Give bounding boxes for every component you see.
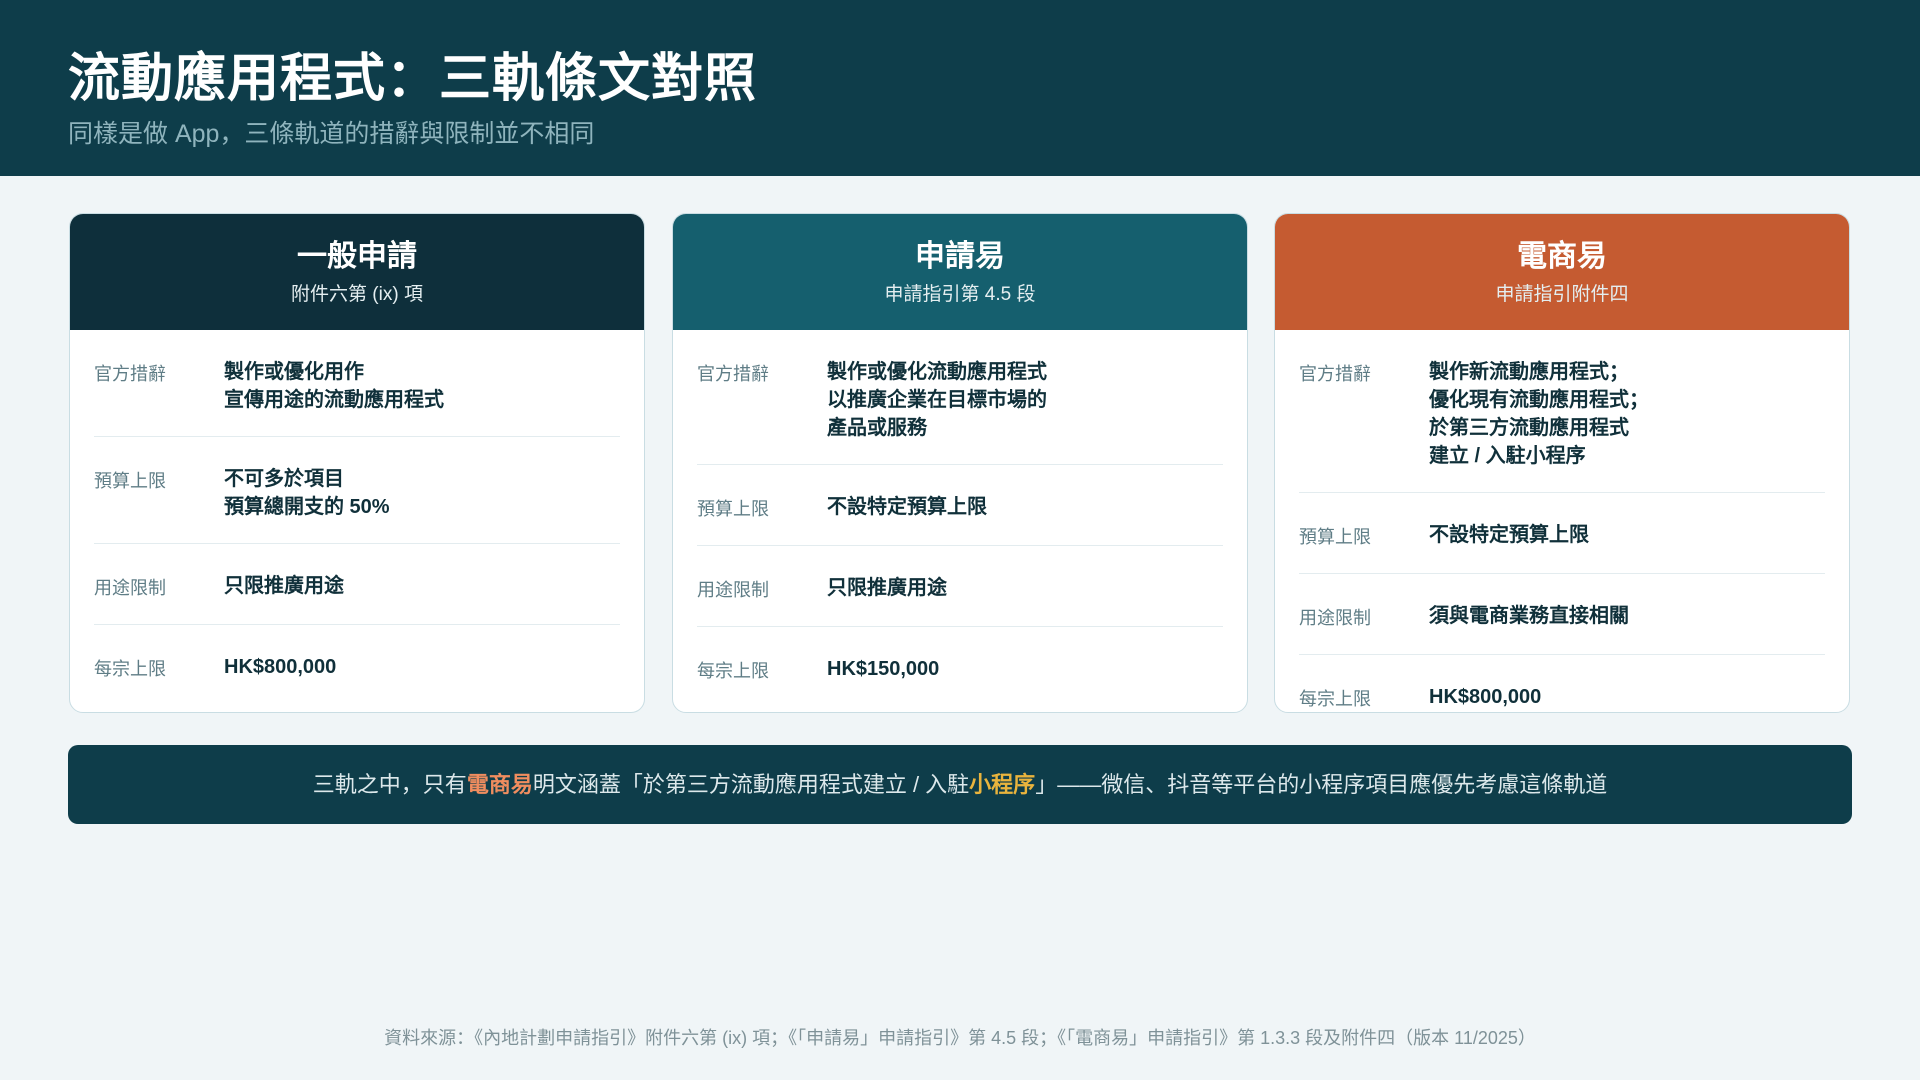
card-title: 一般申請	[297, 240, 417, 273]
row-value: 不設特定預算上限	[827, 496, 987, 518]
row-usage-restriction: 用途限制 只限推廣用途	[697, 546, 1223, 627]
page-subtitle: 同樣是做 App，三條軌道的措辭與限制並不相同	[68, 120, 595, 148]
page-title: 流動應用程式：三軌條文對照	[68, 50, 758, 108]
card-reference: 附件六第 (ix) 項	[291, 284, 423, 305]
row-label: 官方措辭	[697, 364, 769, 384]
row-value: 不可多於項目 預算總開支的 50%	[224, 468, 390, 518]
card-body: 官方措辭 製作或優化用作 宣傳用途的流動應用程式 預算上限 不可多於項目 預算總…	[70, 330, 644, 705]
card-header: 電商易 申請指引附件四	[1275, 214, 1849, 330]
row-usage-restriction: 用途限制 須與電商業務直接相關	[1299, 574, 1825, 655]
row-label: 每宗上限	[94, 659, 166, 679]
banner-text: 明文涵蓋「於第三方流動應用程式建立 / 入駐	[532, 772, 970, 797]
card-title: 申請易	[915, 240, 1005, 273]
card-header: 申請易 申請指引第 4.5 段	[673, 214, 1247, 330]
card-header: 一般申請 附件六第 (ix) 項	[70, 214, 644, 330]
row-value: 須與電商業務直接相關	[1429, 605, 1629, 627]
row-label: 用途限制	[94, 578, 166, 598]
row-label: 預算上限	[1299, 527, 1371, 547]
row-usage-restriction: 用途限制 只限推廣用途	[94, 544, 620, 625]
row-per-case-cap: 每宗上限 HK$800,000	[1299, 655, 1825, 712]
page-header: 流動應用程式：三軌條文對照 同樣是做 App，三條軌道的措辭與限制並不相同	[0, 0, 1920, 176]
banner-highlight-e-commerce-easy: 電商易	[466, 772, 533, 797]
card-body: 官方措辭 製作新流動應用程式； 優化現有流動應用程式； 於第三方流動應用程式 建…	[1275, 330, 1849, 712]
row-label: 每宗上限	[1299, 689, 1371, 709]
row-label: 預算上限	[94, 471, 166, 491]
row-label: 每宗上限	[697, 661, 769, 681]
row-value: 只限推廣用途	[224, 575, 344, 597]
card-reference: 申請指引附件四	[1495, 284, 1629, 305]
row-value: 不設特定預算上限	[1429, 524, 1589, 546]
source-footnote: 資料來源：《內地計劃申請指引》附件六第 (ix) 項；《「申請易」申請指引》第 …	[384, 1028, 1536, 1048]
row-value: 製作或優化流動應用程式 以推廣企業在目標市場的 產品或服務	[827, 361, 1047, 439]
banner-text: 」——微信、抖音等平台的小程序項目應優先考慮這條軌道	[1035, 772, 1608, 797]
row-label: 預算上限	[697, 499, 769, 519]
row-value: 製作新流動應用程式； 優化現有流動應用程式； 於第三方流動應用程式 建立 / 入…	[1429, 361, 1649, 467]
card-easy-bud: 申請易 申請指引第 4.5 段 官方措辭 製作或優化流動應用程式 以推廣企業在目…	[672, 213, 1248, 713]
row-per-case-cap: 每宗上限 HK$150,000	[697, 627, 1223, 707]
row-official-wording: 官方措辭 製作或優化流動應用程式 以推廣企業在目標市場的 產品或服務	[697, 330, 1223, 465]
banner-text: 三軌之中，只有	[312, 772, 467, 797]
row-label: 用途限制	[1299, 608, 1371, 628]
card-e-commerce-easy: 電商易 申請指引附件四 官方措辭 製作新流動應用程式； 優化現有流動應用程式； …	[1274, 213, 1850, 713]
card-body: 官方措辭 製作或優化流動應用程式 以推廣企業在目標市場的 產品或服務 預算上限 …	[673, 330, 1247, 707]
row-label: 官方措辭	[94, 364, 166, 384]
row-budget-cap: 預算上限 不設特定預算上限	[1299, 493, 1825, 574]
card-reference: 申請指引第 4.5 段	[884, 284, 1036, 305]
row-value: HK$150,000	[827, 658, 940, 680]
row-official-wording: 官方措辭 製作或優化用作 宣傳用途的流動應用程式	[94, 330, 620, 437]
summary-banner: 三軌之中，只有電商易明文涵蓋「於第三方流動應用程式建立 / 入駐小程序」——微信…	[68, 745, 1852, 824]
row-value: 製作或優化用作 宣傳用途的流動應用程式	[224, 361, 444, 411]
banner-highlight-mini-program: 小程序	[969, 772, 1036, 797]
row-label: 用途限制	[697, 580, 769, 600]
row-value: HK$800,000	[224, 656, 337, 678]
row-value: 只限推廣用途	[827, 577, 947, 599]
row-label: 官方措辭	[1299, 364, 1371, 384]
row-per-case-cap: 每宗上限 HK$800,000	[94, 625, 620, 705]
row-official-wording: 官方措辭 製作新流動應用程式； 優化現有流動應用程式； 於第三方流動應用程式 建…	[1299, 330, 1825, 493]
row-value: HK$800,000	[1429, 686, 1542, 708]
card-title: 電商易	[1517, 240, 1607, 273]
card-general-application: 一般申請 附件六第 (ix) 項 官方措辭 製作或優化用作 宣傳用途的流動應用程…	[69, 213, 645, 713]
row-budget-cap: 預算上限 不設特定預算上限	[697, 465, 1223, 546]
row-budget-cap: 預算上限 不可多於項目 預算總開支的 50%	[94, 437, 620, 544]
